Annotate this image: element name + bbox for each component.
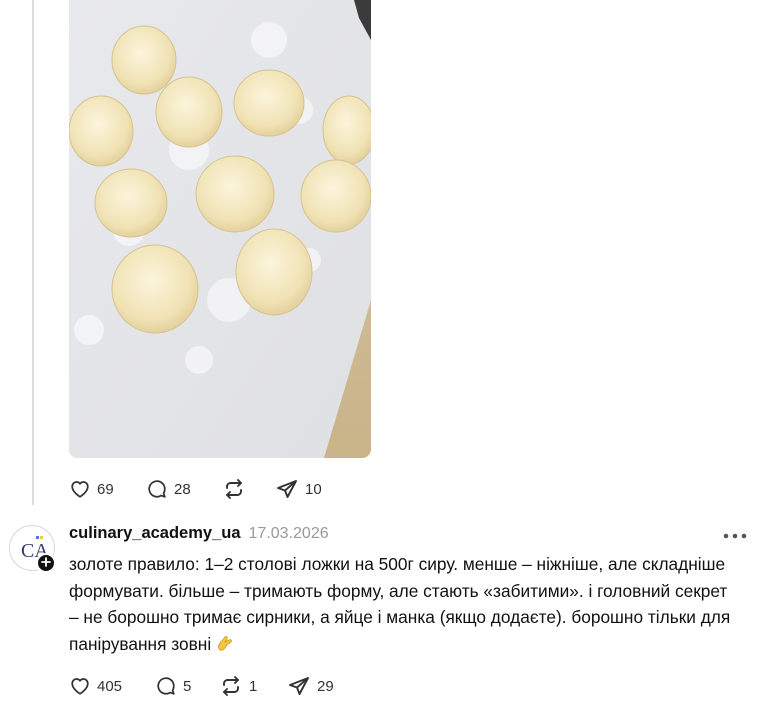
- repost-count: 1: [249, 677, 258, 695]
- repost-button[interactable]: 1: [219, 674, 287, 698]
- comment-button[interactable]: 5: [155, 675, 219, 697]
- comment-button[interactable]: 28: [146, 478, 222, 500]
- comment-icon: [155, 675, 177, 697]
- heart-icon: [69, 478, 91, 500]
- post-body: золоте правило: 1–2 столові ложки на 500…: [69, 554, 731, 655]
- like-count: 405: [97, 677, 123, 695]
- share-count: 29: [317, 677, 334, 695]
- repost-icon: [219, 674, 243, 698]
- repost-icon: [222, 477, 246, 501]
- more-icon[interactable]: [722, 526, 748, 546]
- post2-actions: 405 5 1 29: [69, 674, 334, 698]
- heart-icon: [69, 675, 91, 697]
- like-button[interactable]: 69: [69, 478, 146, 500]
- post-text: золоте правило: 1–2 столові ложки на 500…: [69, 551, 741, 661]
- comment-count: 28: [174, 480, 191, 498]
- post1-actions: 69 28 10: [69, 477, 322, 501]
- pinching-hand-emoji: [215, 633, 235, 661]
- share-button[interactable]: 29: [287, 674, 334, 698]
- username[interactable]: culinary_academy_ua: [69, 524, 241, 543]
- comment-icon: [146, 478, 168, 500]
- share-icon: [287, 674, 311, 698]
- post-header: culinary_academy_ua 17.03.2026: [69, 524, 329, 543]
- post-photo[interactable]: [69, 0, 371, 458]
- thread-line: [32, 0, 34, 505]
- share-button[interactable]: 10: [275, 477, 322, 501]
- like-count: 69: [97, 480, 114, 498]
- like-button[interactable]: 405: [69, 675, 155, 697]
- share-count: 10: [305, 480, 322, 498]
- follow-button[interactable]: [36, 553, 56, 573]
- share-icon: [275, 477, 299, 501]
- plus-icon: [41, 554, 51, 572]
- repost-button[interactable]: [222, 477, 275, 501]
- timestamp[interactable]: 17.03.2026: [249, 525, 329, 543]
- comment-count: 5: [183, 677, 192, 695]
